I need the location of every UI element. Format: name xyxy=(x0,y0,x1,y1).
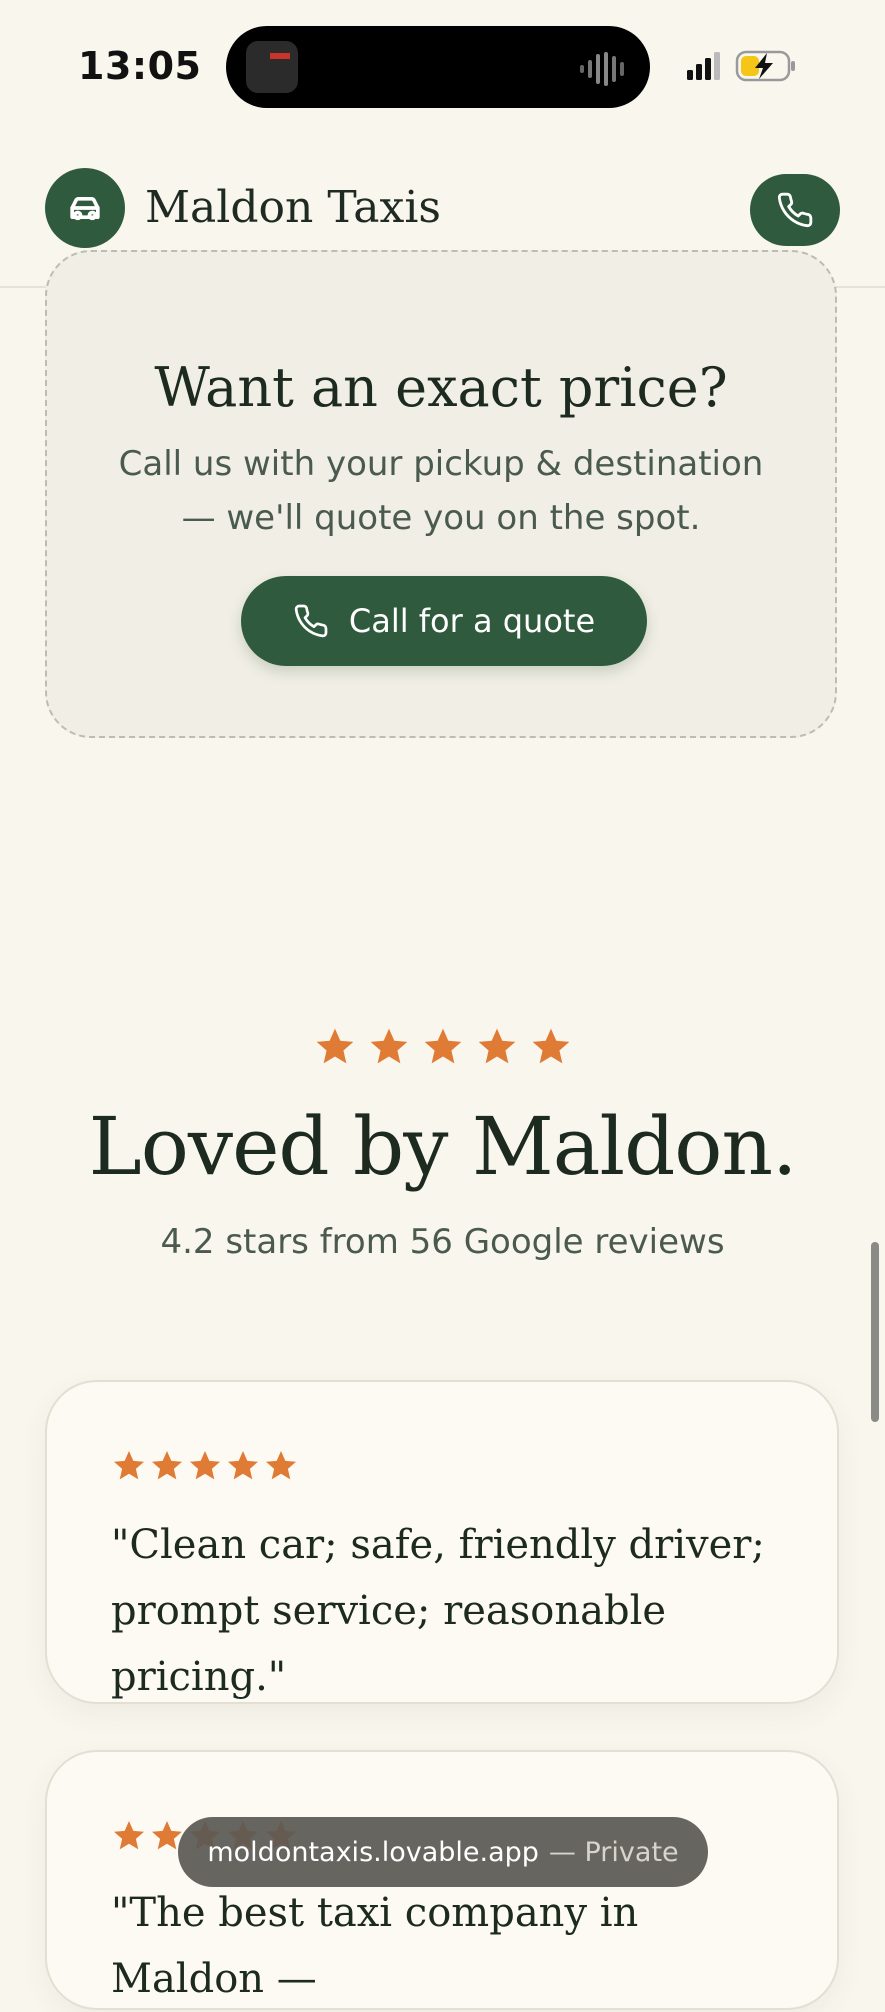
rating-stars xyxy=(0,1025,885,1069)
status-time: 13:05 xyxy=(78,44,202,88)
review-card: "Clean car; safe, friendly driver; promp… xyxy=(45,1380,839,1704)
star-icon xyxy=(424,1028,461,1064)
call-for-quote-label: Call for a quote xyxy=(348,602,596,640)
star-icon xyxy=(228,1451,258,1480)
star-icon xyxy=(478,1028,515,1064)
private-mode-label: — Private xyxy=(548,1836,679,1868)
logo[interactable] xyxy=(45,168,125,248)
review-quote: "Clean car; safe, friendly driver; promp… xyxy=(111,1522,765,1700)
call-for-quote-button[interactable]: Call for a quote xyxy=(241,576,647,666)
scrollbar[interactable] xyxy=(871,1242,879,1422)
star-icon xyxy=(370,1028,407,1064)
car-icon xyxy=(70,197,100,221)
phone-icon xyxy=(777,192,813,228)
signal-icon xyxy=(687,52,720,80)
star-icon xyxy=(532,1028,569,1064)
header-call-button[interactable] xyxy=(750,174,840,246)
reviews-title: Loved by Maldon. xyxy=(88,1100,798,1193)
review-stars xyxy=(111,1448,299,1484)
audio-waveform-icon xyxy=(580,52,624,86)
brand-name[interactable]: Maldon Taxis xyxy=(145,182,441,233)
star-icon xyxy=(190,1451,220,1480)
status-icons xyxy=(687,50,795,82)
quote-title: Want an exact price? xyxy=(154,356,728,419)
phone-icon xyxy=(294,604,328,638)
star-icon xyxy=(316,1028,353,1064)
star-icon xyxy=(114,1821,144,1850)
reviews-subtitle: 4.2 stars from 56 Google reviews xyxy=(160,1222,725,1262)
quote-card: Want an exact price? Call us with your p… xyxy=(45,250,837,738)
star-icon xyxy=(152,1451,182,1480)
star-icon xyxy=(114,1451,144,1480)
battery-charging-icon xyxy=(735,50,795,82)
dynamic-island xyxy=(226,26,650,108)
url-text: moldontaxis.lovable.app xyxy=(207,1836,539,1868)
status-bar: 13:05 xyxy=(0,0,885,130)
now-playing-thumbnail xyxy=(246,41,298,93)
review-quote: "The best taxi company in Maldon — xyxy=(111,1890,639,2002)
browser-url-bar[interactable]: moldontaxis.lovable.app — Private xyxy=(178,1817,708,1887)
star-icon xyxy=(266,1451,296,1480)
quote-description: Call us with your pickup & destination —… xyxy=(118,444,764,538)
